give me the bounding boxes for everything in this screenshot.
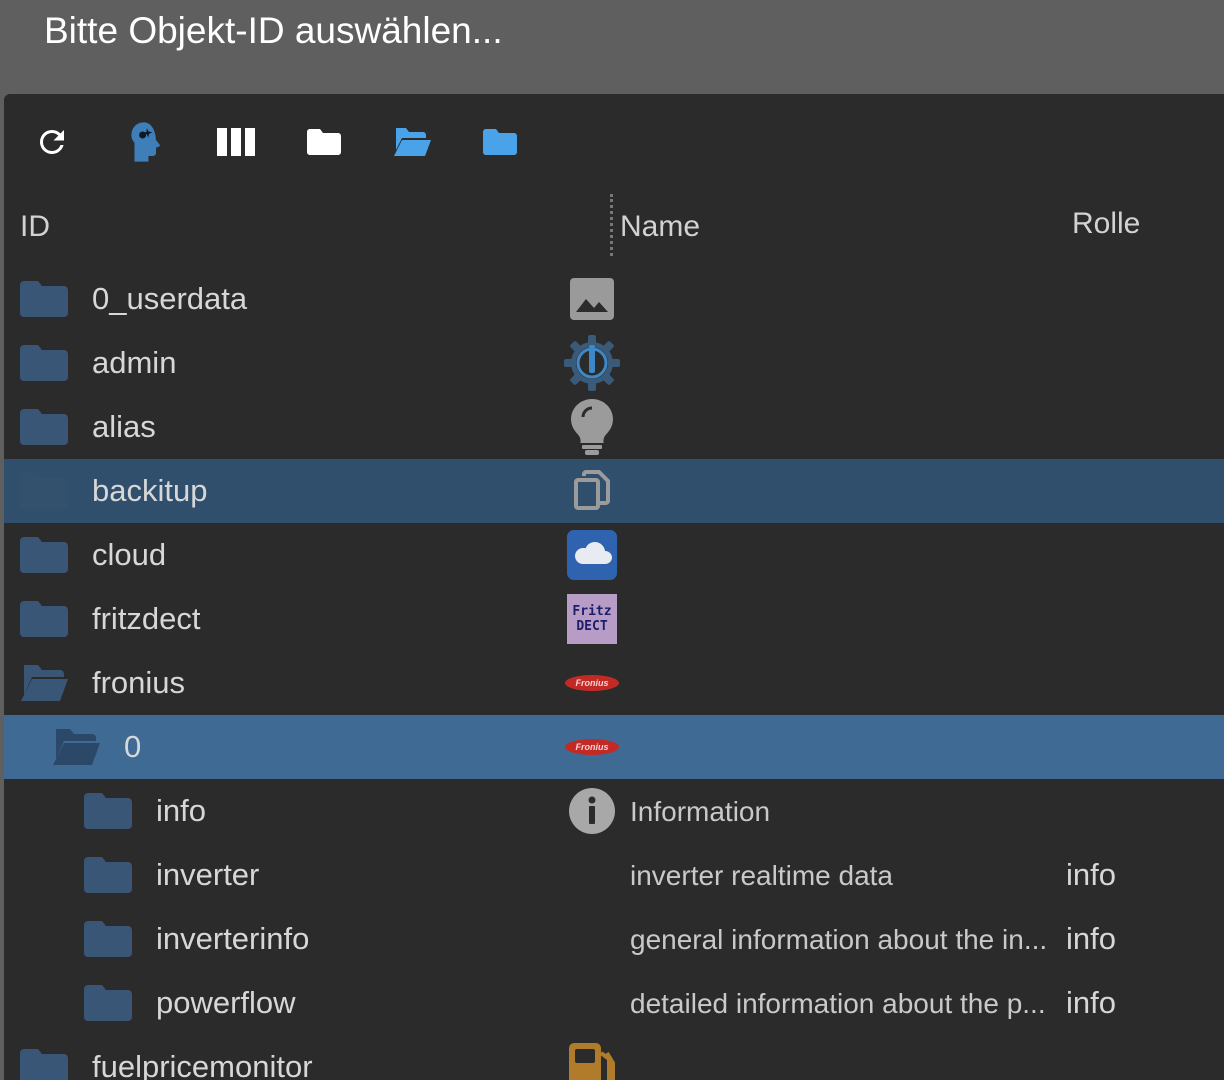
tree-row-name: Information (630, 796, 771, 827)
folder-closed-icon[interactable] (20, 409, 68, 445)
image-icon (564, 273, 620, 325)
tree-row-cloud[interactable]: cloud (4, 523, 1224, 587)
tree-row-id: backitup (92, 473, 208, 508)
column-header-role[interactable]: Rolle (1072, 207, 1140, 241)
tree-row-name: general information about the in... (630, 924, 1048, 955)
fritz-icon-line1: Fritz (572, 604, 612, 619)
columns-icon (217, 128, 255, 156)
fritz-dect-icon: Fritz DECT (564, 592, 620, 646)
folder-open-icon[interactable] (52, 729, 100, 765)
folder-open-icon (393, 128, 431, 156)
tree-row-id: fronius (92, 665, 186, 700)
tree-row-id: inverterinfo (156, 921, 310, 956)
folder-closed-icon[interactable] (84, 793, 132, 829)
folder-closed-icon[interactable] (20, 1049, 68, 1080)
tree-row-fuelpricemonitor[interactable]: fuelpricemonitor (4, 1035, 1224, 1080)
tree-row-id: 0 (124, 729, 142, 764)
expand-all-button[interactable] (392, 122, 432, 162)
folder-icon (483, 129, 517, 155)
tree-row-alias[interactable]: alias (4, 395, 1224, 459)
cloud-icon (564, 529, 620, 581)
folder-closed-icon[interactable] (84, 985, 132, 1021)
folder-closed-icon[interactable] (20, 601, 68, 637)
expert-mode-button[interactable] (124, 122, 164, 162)
folder-closed-icon[interactable] (84, 921, 132, 957)
tree-row-role: info (1066, 985, 1116, 1020)
tree-row-fritzdect[interactable]: fritzdect Fritz DECT (4, 587, 1224, 651)
tree-row-id: fuelpricemonitor (92, 1049, 313, 1080)
collapse-all-button[interactable] (304, 122, 344, 162)
tree-row-name: detailed information about the p... (630, 988, 1046, 1019)
refresh-icon (34, 124, 70, 160)
tree-row-id: powerflow (156, 985, 296, 1020)
tree-row-inverter[interactable]: inverter inverter realtime data info (4, 843, 1224, 907)
head-icon (127, 121, 161, 163)
tree-row-powerflow[interactable]: powerflow detailed information about the… (4, 971, 1224, 1035)
lightbulb-icon (564, 399, 620, 455)
folder-closed-icon[interactable] (20, 281, 68, 317)
object-browser-panel: ID Name Rolle 0_userdata admin alias bac… (4, 94, 1224, 1080)
folder-closed-icon[interactable] (84, 857, 132, 893)
folder-closed-icon[interactable] (20, 537, 68, 573)
columns-button[interactable] (216, 122, 256, 162)
toolbar (4, 94, 1224, 190)
tree-row-id: inverter (156, 857, 260, 892)
folder-open-icon[interactable] (20, 665, 68, 701)
tree-row-id: 0_userdata (92, 281, 248, 316)
tree-row-id: info (156, 793, 206, 828)
fronius-logo-icon: Fronius (564, 721, 620, 773)
copy-icon (564, 465, 620, 517)
fronius-logo-icon: Fronius (564, 657, 620, 709)
folder-closed-icon (307, 129, 341, 155)
expand-one-level-button[interactable] (480, 122, 520, 162)
tree-row-backitup[interactable]: backitup (4, 459, 1224, 523)
tree-row-id: admin (92, 345, 177, 380)
tree-row-id: alias (92, 409, 156, 444)
fronius-logo-text: Fronius (565, 675, 619, 691)
fritz-icon-line2: DECT (576, 619, 608, 634)
tree-row-info[interactable]: info Information (4, 779, 1224, 843)
tree-row-admin[interactable]: admin (4, 331, 1224, 395)
tree-row-role: info (1066, 857, 1116, 892)
folder-closed-icon[interactable] (20, 473, 68, 509)
info-icon (564, 785, 620, 837)
refresh-button[interactable] (32, 122, 72, 162)
column-resize-handle[interactable] (610, 194, 613, 256)
tree-row-0_userdata[interactable]: 0_userdata (4, 267, 1224, 331)
tree-row-0[interactable]: 0 Fronius (4, 715, 1224, 779)
tree-row-id: fritzdect (92, 601, 201, 636)
fronius-logo-text: Fronius (565, 739, 619, 755)
fuel-pump-icon (564, 1041, 620, 1080)
folder-closed-icon[interactable] (20, 345, 68, 381)
tree-row-inverterinfo[interactable]: inverterinfo general information about t… (4, 907, 1224, 971)
column-header-id[interactable]: ID (20, 210, 50, 244)
tree-row-role: info (1066, 921, 1116, 956)
column-header-name[interactable]: Name (620, 210, 700, 244)
iobroker-gear-icon (564, 335, 620, 391)
tree-row-fronius[interactable]: fronius Fronius (4, 651, 1224, 715)
tree-row-id: cloud (92, 537, 167, 572)
tree-row-name: inverter realtime data (630, 860, 894, 891)
dialog-title: Bitte Objekt-ID auswählen... (44, 10, 503, 51)
